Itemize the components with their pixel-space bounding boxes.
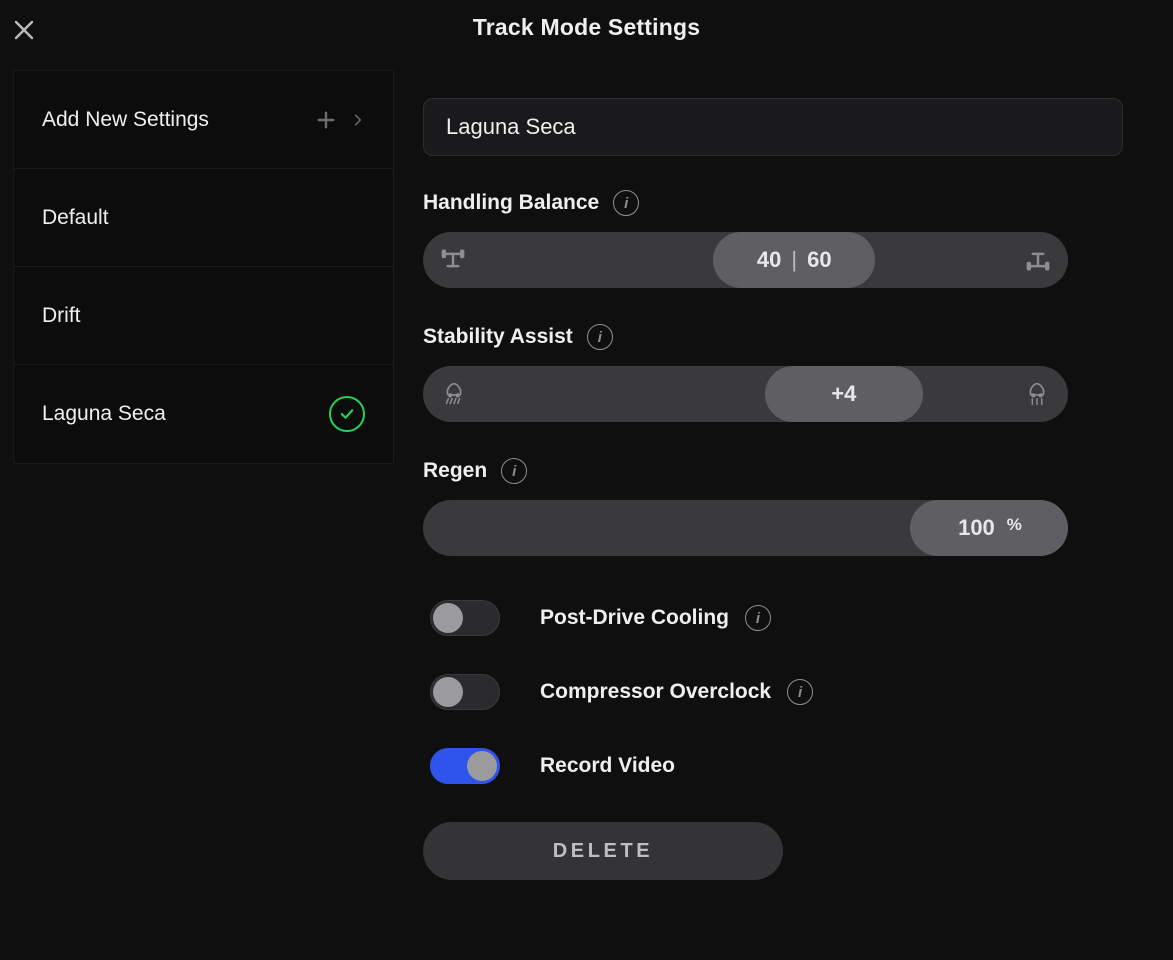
regen-label: Regen i	[423, 458, 1123, 484]
plus-icon	[315, 109, 337, 131]
stability-assist-thumb[interactable]: +4	[765, 366, 923, 422]
toggle-post-drive-cooling-row: Post-Drive Cooling i	[423, 600, 1123, 636]
profile-name-input[interactable]: Laguna Seca	[423, 98, 1123, 156]
stability-assist-slider[interactable]: +4	[423, 366, 1068, 422]
axle-front-icon	[439, 246, 467, 274]
info-icon[interactable]: i	[613, 190, 639, 216]
sidebar-item-drift[interactable]: Drift	[14, 267, 393, 365]
axle-rear-icon	[1024, 246, 1052, 274]
page-title: Track Mode Settings	[0, 14, 1173, 41]
sidebar-item-laguna-seca[interactable]: Laguna Seca	[14, 365, 393, 463]
info-icon[interactable]: i	[587, 324, 613, 350]
regen-thumb[interactable]: 100%	[910, 500, 1068, 556]
selected-check-icon	[329, 396, 365, 432]
toggle-post-drive-cooling[interactable]	[430, 600, 500, 636]
sidebar-item-label: Laguna Seca	[42, 402, 166, 426]
sidebar-add-label: Add New Settings	[42, 108, 209, 132]
handling-balance-slider[interactable]: 40 | 60	[423, 232, 1068, 288]
sidebar: Add New Settings Default Drift Laguna Se…	[13, 70, 394, 464]
toggle-label-text: Compressor Overclock	[540, 680, 771, 704]
handling-balance-thumb[interactable]: 40 | 60	[713, 232, 875, 288]
sidebar-add-new[interactable]: Add New Settings	[14, 71, 393, 169]
info-icon[interactable]: i	[745, 605, 771, 631]
toggle-compressor-overclock[interactable]	[430, 674, 500, 710]
sidebar-item-label: Default	[42, 206, 109, 230]
settings-panel: Laguna Seca Handling Balance i 40 | 60 S…	[423, 98, 1123, 880]
info-icon[interactable]: i	[501, 458, 527, 484]
chevron-right-icon	[351, 110, 365, 130]
toggle-label-text: Record Video	[540, 754, 675, 778]
sidebar-item-default[interactable]: Default	[14, 169, 393, 267]
profile-name-value: Laguna Seca	[446, 114, 576, 140]
toggle-compressor-overclock-row: Compressor Overclock i	[423, 674, 1123, 710]
sidebar-item-label: Drift	[42, 304, 81, 328]
toggle-record-video[interactable]	[430, 748, 500, 784]
traction-on-icon	[1022, 379, 1052, 409]
info-icon[interactable]: i	[787, 679, 813, 705]
stability-assist-label: Stability Assist i	[423, 324, 1123, 350]
handling-balance-label: Handling Balance i	[423, 190, 1123, 216]
toggle-record-video-row: Record Video	[423, 748, 1123, 784]
toggle-label-text: Post-Drive Cooling	[540, 606, 729, 630]
regen-slider[interactable]: 100%	[423, 500, 1068, 556]
delete-button[interactable]: DELETE	[423, 822, 783, 880]
traction-off-icon	[439, 379, 469, 409]
